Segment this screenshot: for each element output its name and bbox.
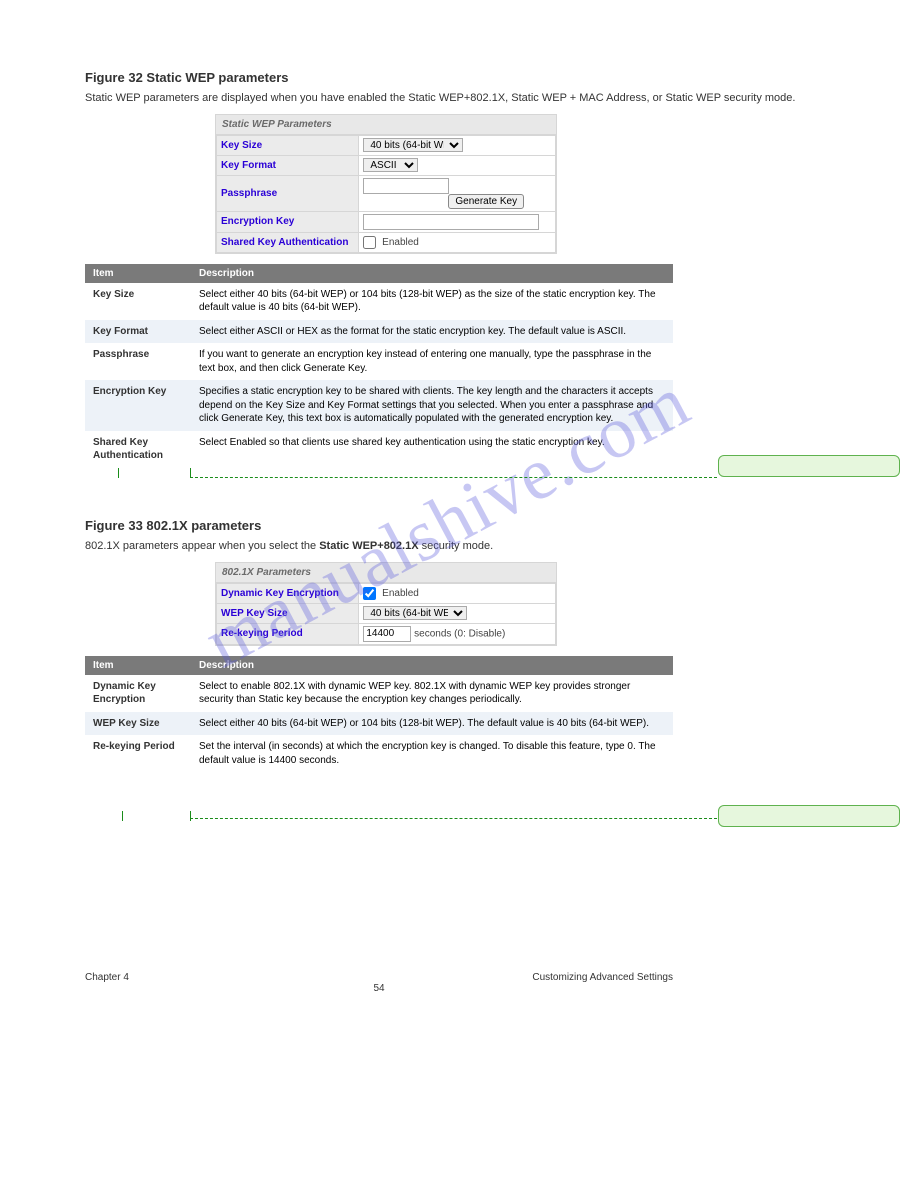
cell-wepkeysize-v: Select either 40 bits (64-bit WEP) or 10… xyxy=(191,712,673,736)
cell-rekey-k: Re-keying Period xyxy=(85,735,191,772)
label-enabled-1: Enabled xyxy=(382,237,419,248)
th-item-1: Item xyxy=(85,264,191,283)
th-desc-2: Description xyxy=(191,656,673,675)
input-rekey[interactable] xyxy=(363,626,411,642)
table-8021x-desc: Item Description Dynamic Key Encryption … xyxy=(85,656,673,773)
th-item-2: Item xyxy=(85,656,191,675)
input-passphrase[interactable] xyxy=(363,178,449,194)
cell-sharedauth-v: Select Enabled so that clients use share… xyxy=(191,431,673,468)
th-desc-1: Description xyxy=(191,264,673,283)
cell-enckey-v: Specifies a static encryption key to be … xyxy=(191,380,673,431)
static-wep-intro: Static WEP parameters are displayed when… xyxy=(85,91,898,106)
checkbox-sharedkeyauth[interactable] xyxy=(363,236,376,249)
select-keyformat[interactable]: ASCII xyxy=(363,158,418,172)
8021x-intro: 802.1X parameters appear when you select… xyxy=(85,539,898,554)
callout-tick-2a xyxy=(122,811,123,821)
row-dynkey-label: Dynamic Key Encryption xyxy=(217,583,359,603)
callout-1 xyxy=(718,455,900,477)
button-generate-key[interactable]: Generate Key xyxy=(448,194,524,209)
panel-static-wep: Static WEP Parameters Key Size 40 bits (… xyxy=(215,114,557,254)
cell-enckey-k: Encryption Key xyxy=(85,380,191,431)
label-enabled-2: Enabled xyxy=(382,588,419,599)
cell-keyformat-v: Select either ASCII or HEX as the format… xyxy=(191,320,673,344)
callout-tick-2b xyxy=(190,811,191,821)
callout-tick-1a xyxy=(118,468,119,478)
cell-passphrase-k: Passphrase xyxy=(85,343,191,380)
callout-tick-1b xyxy=(190,468,191,478)
footer-center: 54 xyxy=(85,983,673,994)
footer-left: Chapter 4 xyxy=(85,972,129,983)
cell-keysize-k: Key Size xyxy=(85,283,191,320)
panel-title-static-wep: Static WEP Parameters xyxy=(216,115,556,135)
checkbox-dynkey[interactable] xyxy=(363,587,376,600)
row-keyformat-label: Key Format xyxy=(217,155,359,175)
callout-line-2 xyxy=(190,818,717,819)
row-sharedkeyauth-label: Shared Key Authentication xyxy=(217,232,359,252)
cell-rekey-v: Set the interval (in seconds) at which t… xyxy=(191,735,673,772)
heading-figure2: Figure 33 802.1X parameters xyxy=(85,518,898,533)
cell-dynkey-v: Select to enable 802.1X with dynamic WEP… xyxy=(191,675,673,712)
row-keysize-label: Key Size xyxy=(217,135,359,155)
panel-title-8021x: 802.1X Parameters xyxy=(216,563,556,583)
label-seconds: seconds (0: Disable) xyxy=(414,628,505,639)
cell-sharedauth-k: Shared Key Authentication xyxy=(85,431,191,468)
row-wepkeysize-label: WEP Key Size xyxy=(217,603,359,623)
cell-keyformat-k: Key Format xyxy=(85,320,191,344)
select-wepkeysize[interactable]: 40 bits (64-bit WEP) xyxy=(363,606,467,620)
panel-8021x: 802.1X Parameters Dynamic Key Encryption… xyxy=(215,562,557,646)
footer-right: Customizing Advanced Settings xyxy=(532,972,673,983)
heading-figure1: Figure 32 Static WEP parameters xyxy=(85,70,898,85)
row-passphrase-label: Passphrase xyxy=(217,175,359,211)
cell-passphrase-v: If you want to generate an encryption ke… xyxy=(191,343,673,380)
callout-2 xyxy=(718,805,900,827)
cell-dynkey-k: Dynamic Key Encryption xyxy=(85,675,191,712)
table-static-wep-desc: Item Description Key Size Select either … xyxy=(85,264,673,468)
row-encryptionkey-label: Encryption Key xyxy=(217,211,359,232)
cell-keysize-v: Select either 40 bits (64-bit WEP) or 10… xyxy=(191,283,673,320)
cell-wepkeysize-k: WEP Key Size xyxy=(85,712,191,736)
row-rekey-label: Re-keying Period xyxy=(217,623,359,644)
callout-line-1 xyxy=(190,477,717,478)
select-keysize[interactable]: 40 bits (64-bit WEP) xyxy=(363,138,463,152)
input-encryptionkey[interactable] xyxy=(363,214,539,230)
